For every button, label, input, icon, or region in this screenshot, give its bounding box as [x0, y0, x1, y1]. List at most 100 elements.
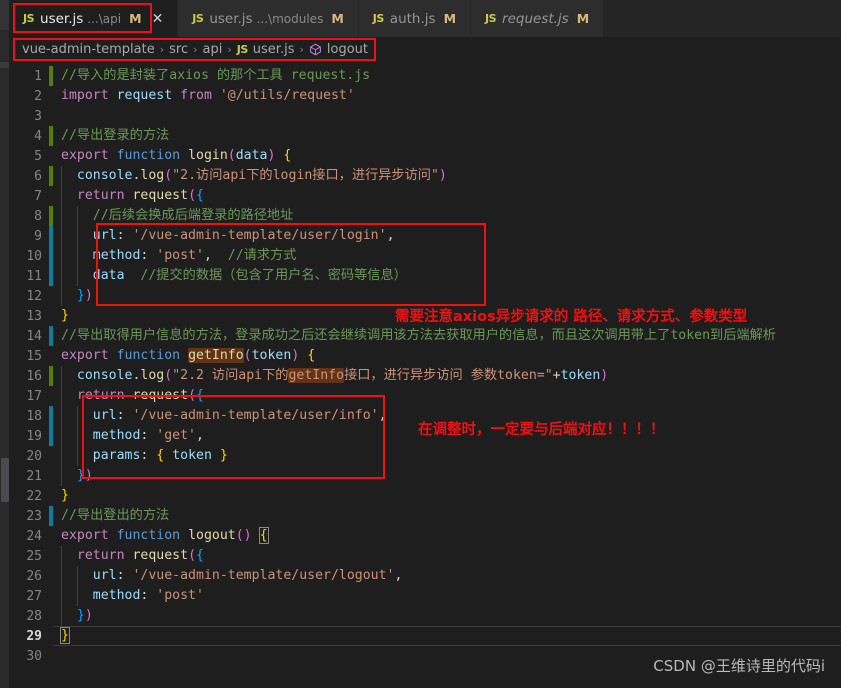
breadcrumb: vue-admin-template › src › api › JS user.js › log… [9, 37, 841, 62]
js-file-icon: JS [23, 12, 35, 25]
indent-guide [61, 186, 62, 206]
editor-tab-request-js-3[interactable]: JS request.js M [471, 0, 605, 37]
code-line-text: //导出取得用户信息的方法，登录成功之后还会继续调用该方法去获取用户的信息，而且… [61, 328, 776, 343]
close-icon[interactable]: ✕ [152, 12, 164, 26]
code-line-28[interactable]: 28 }) [9, 606, 841, 626]
line-number: 19 [26, 428, 42, 444]
code-line-6[interactable]: 6 console.log("2.访问api下的login接口，进行异步访问") [9, 166, 841, 186]
indent-guide [76, 446, 78, 466]
code-line-24[interactable]: 24 export function logout() { [9, 526, 841, 546]
indent-guide [61, 586, 62, 606]
line-number: 10 [26, 248, 42, 264]
code-line-21[interactable]: 21 }) [9, 466, 841, 486]
line-number: 26 [26, 568, 42, 584]
code-line-10[interactable]: 10 method: 'post', //请求方式 [9, 246, 841, 266]
code-line-14[interactable]: 14 //导出取得用户信息的方法，登录成功之后还会继续调用该方法去获取用户的信息，… [9, 326, 841, 346]
code-line-7[interactable]: 7 return request({ [9, 186, 841, 206]
breadcrumb-label: vue-admin-template [22, 42, 155, 57]
line-number: 16 [26, 368, 42, 384]
line-number: 23 [26, 508, 42, 524]
code-line-text: } [61, 488, 69, 503]
code-line-text: data //提交的数据（包含了用户名、密码等信息） [92, 268, 407, 283]
editor-tab-auth-js-2[interactable]: JS auth.js M [358, 0, 472, 37]
line-number: 9 [34, 228, 42, 244]
indent-guide [61, 286, 62, 306]
code-line-5[interactable]: 5 export function login(data) { [9, 146, 841, 166]
line-number: 20 [26, 448, 42, 464]
editor-tab-user-js-1[interactable]: JS user.js ...\modules M [178, 0, 359, 37]
code-line-text: method: 'get', [92, 428, 204, 443]
indent-guide [61, 206, 62, 226]
js-file-icon: JS [236, 43, 249, 56]
code-line-text: export function getInfo(token) { [61, 348, 316, 363]
code-line-text: url: '/vue-admin-template/user/info', [92, 408, 387, 423]
code-line-1[interactable]: 1 //导入的是封装了axios 的那个工具 request.js [9, 66, 841, 86]
line-number: 28 [26, 608, 42, 624]
code-line-15[interactable]: 15 export function getInfo(token) { [9, 346, 841, 366]
line-number: 1 [34, 68, 42, 84]
code-line-23[interactable]: 23 //导出登出的方法 [9, 506, 841, 526]
code-line-8[interactable]: 8 //后续会换成后端登录的路径地址 [9, 206, 841, 226]
breadcrumb-separator: › [299, 43, 304, 56]
axios-note: 需要注意axios异步请求的 路径、请求方式、参数类型 [395, 309, 748, 325]
breadcrumb-label: logout [326, 42, 368, 57]
code-line-22[interactable]: 22} [9, 486, 841, 506]
line-number: 6 [34, 168, 42, 184]
code-line-16[interactable]: 16 console.log("2.2 访问api下的getInfo接口，进行异… [9, 366, 841, 386]
code-line-17[interactable]: 17 return request({ [9, 386, 841, 406]
code-line-text: params: { token } [92, 448, 228, 463]
code-line-27[interactable]: 27 method: 'post' [9, 586, 841, 606]
breadcrumb-item-src[interactable]: src [169, 42, 188, 57]
indent-guide [61, 226, 62, 246]
code-line-text: }) [76, 288, 93, 303]
bracket-match-highlight: { [258, 527, 269, 544]
breadcrumb-item-vue-admin-template[interactable]: vue-admin-template [22, 42, 155, 57]
code-line-25[interactable]: 25 return request({ [9, 546, 841, 566]
editor-vertical-scrollbar[interactable] [1, 458, 9, 502]
indent-guide [61, 366, 62, 386]
line-number: 25 [26, 548, 42, 564]
breadcrumb-item-logout[interactable]: logout [309, 42, 368, 57]
indent-guide [61, 446, 62, 466]
tab-file-name: user.js [209, 10, 253, 27]
indent-guide [61, 466, 62, 486]
code-line-3[interactable]: 3 [9, 106, 841, 126]
line-number: 17 [26, 388, 42, 404]
line-number: 18 [26, 408, 42, 424]
indent-guide [61, 246, 62, 266]
line-number: 27 [26, 588, 42, 604]
code-line-29[interactable]: 29} [9, 626, 841, 646]
code-line-26[interactable]: 26 url: '/vue-admin-template/user/logout… [9, 566, 841, 586]
code-line-text: } [61, 308, 69, 323]
breadcrumb-item-user-js[interactable]: JS user.js [237, 42, 295, 57]
indent-guide [61, 266, 62, 286]
bracket-match-highlight: } [60, 627, 70, 644]
code-line-20[interactable]: 20 params: { token } [9, 446, 841, 466]
code-line-text: export function login(data) { [61, 148, 292, 163]
indent-guide [76, 246, 78, 266]
code-editor[interactable]: 1 //导入的是封装了axios 的那个工具 request.js 2 import … [9, 66, 841, 688]
indent-guide [76, 226, 78, 246]
code-line-11[interactable]: 11 data //提交的数据（包含了用户名、密码等信息） [9, 266, 841, 286]
js-file-icon: JS [372, 12, 385, 25]
js-file-icon: JS [192, 12, 204, 25]
line-number: 4 [34, 128, 42, 144]
line-number: 13 [26, 308, 42, 324]
editor-tab-user-js-0[interactable]: JS user.js ...\api M ✕ [9, 0, 179, 37]
breadcrumb-item-api[interactable]: api [203, 42, 223, 57]
tab-file-name: user.js [40, 10, 84, 27]
code-line-4[interactable]: 4 //导出登录的方法 [9, 126, 841, 146]
js-file-icon: JS [485, 12, 497, 25]
watermark: CSDN @王维诗里的代码i [653, 657, 825, 675]
code-line-2[interactable]: 2 import request from '@/utils/request' [9, 86, 841, 106]
code-line-12[interactable]: 12 }) [9, 286, 841, 306]
code-line-text: //导入的是封装了axios 的那个工具 request.js [61, 68, 371, 83]
line-number: 30 [26, 648, 42, 664]
code-line-text: export function logout() { [61, 527, 269, 544]
code-line-9[interactable]: 9 url: '/vue-admin-template/user/login', [9, 226, 841, 246]
indent-guide [61, 546, 62, 566]
backend-note: 在调整时，一定要与后端对应！！！！ [418, 422, 665, 438]
tab-file-path: ...\api [87, 11, 122, 26]
breadcrumb-label: user.js [252, 42, 295, 57]
indent-guide [76, 266, 78, 286]
